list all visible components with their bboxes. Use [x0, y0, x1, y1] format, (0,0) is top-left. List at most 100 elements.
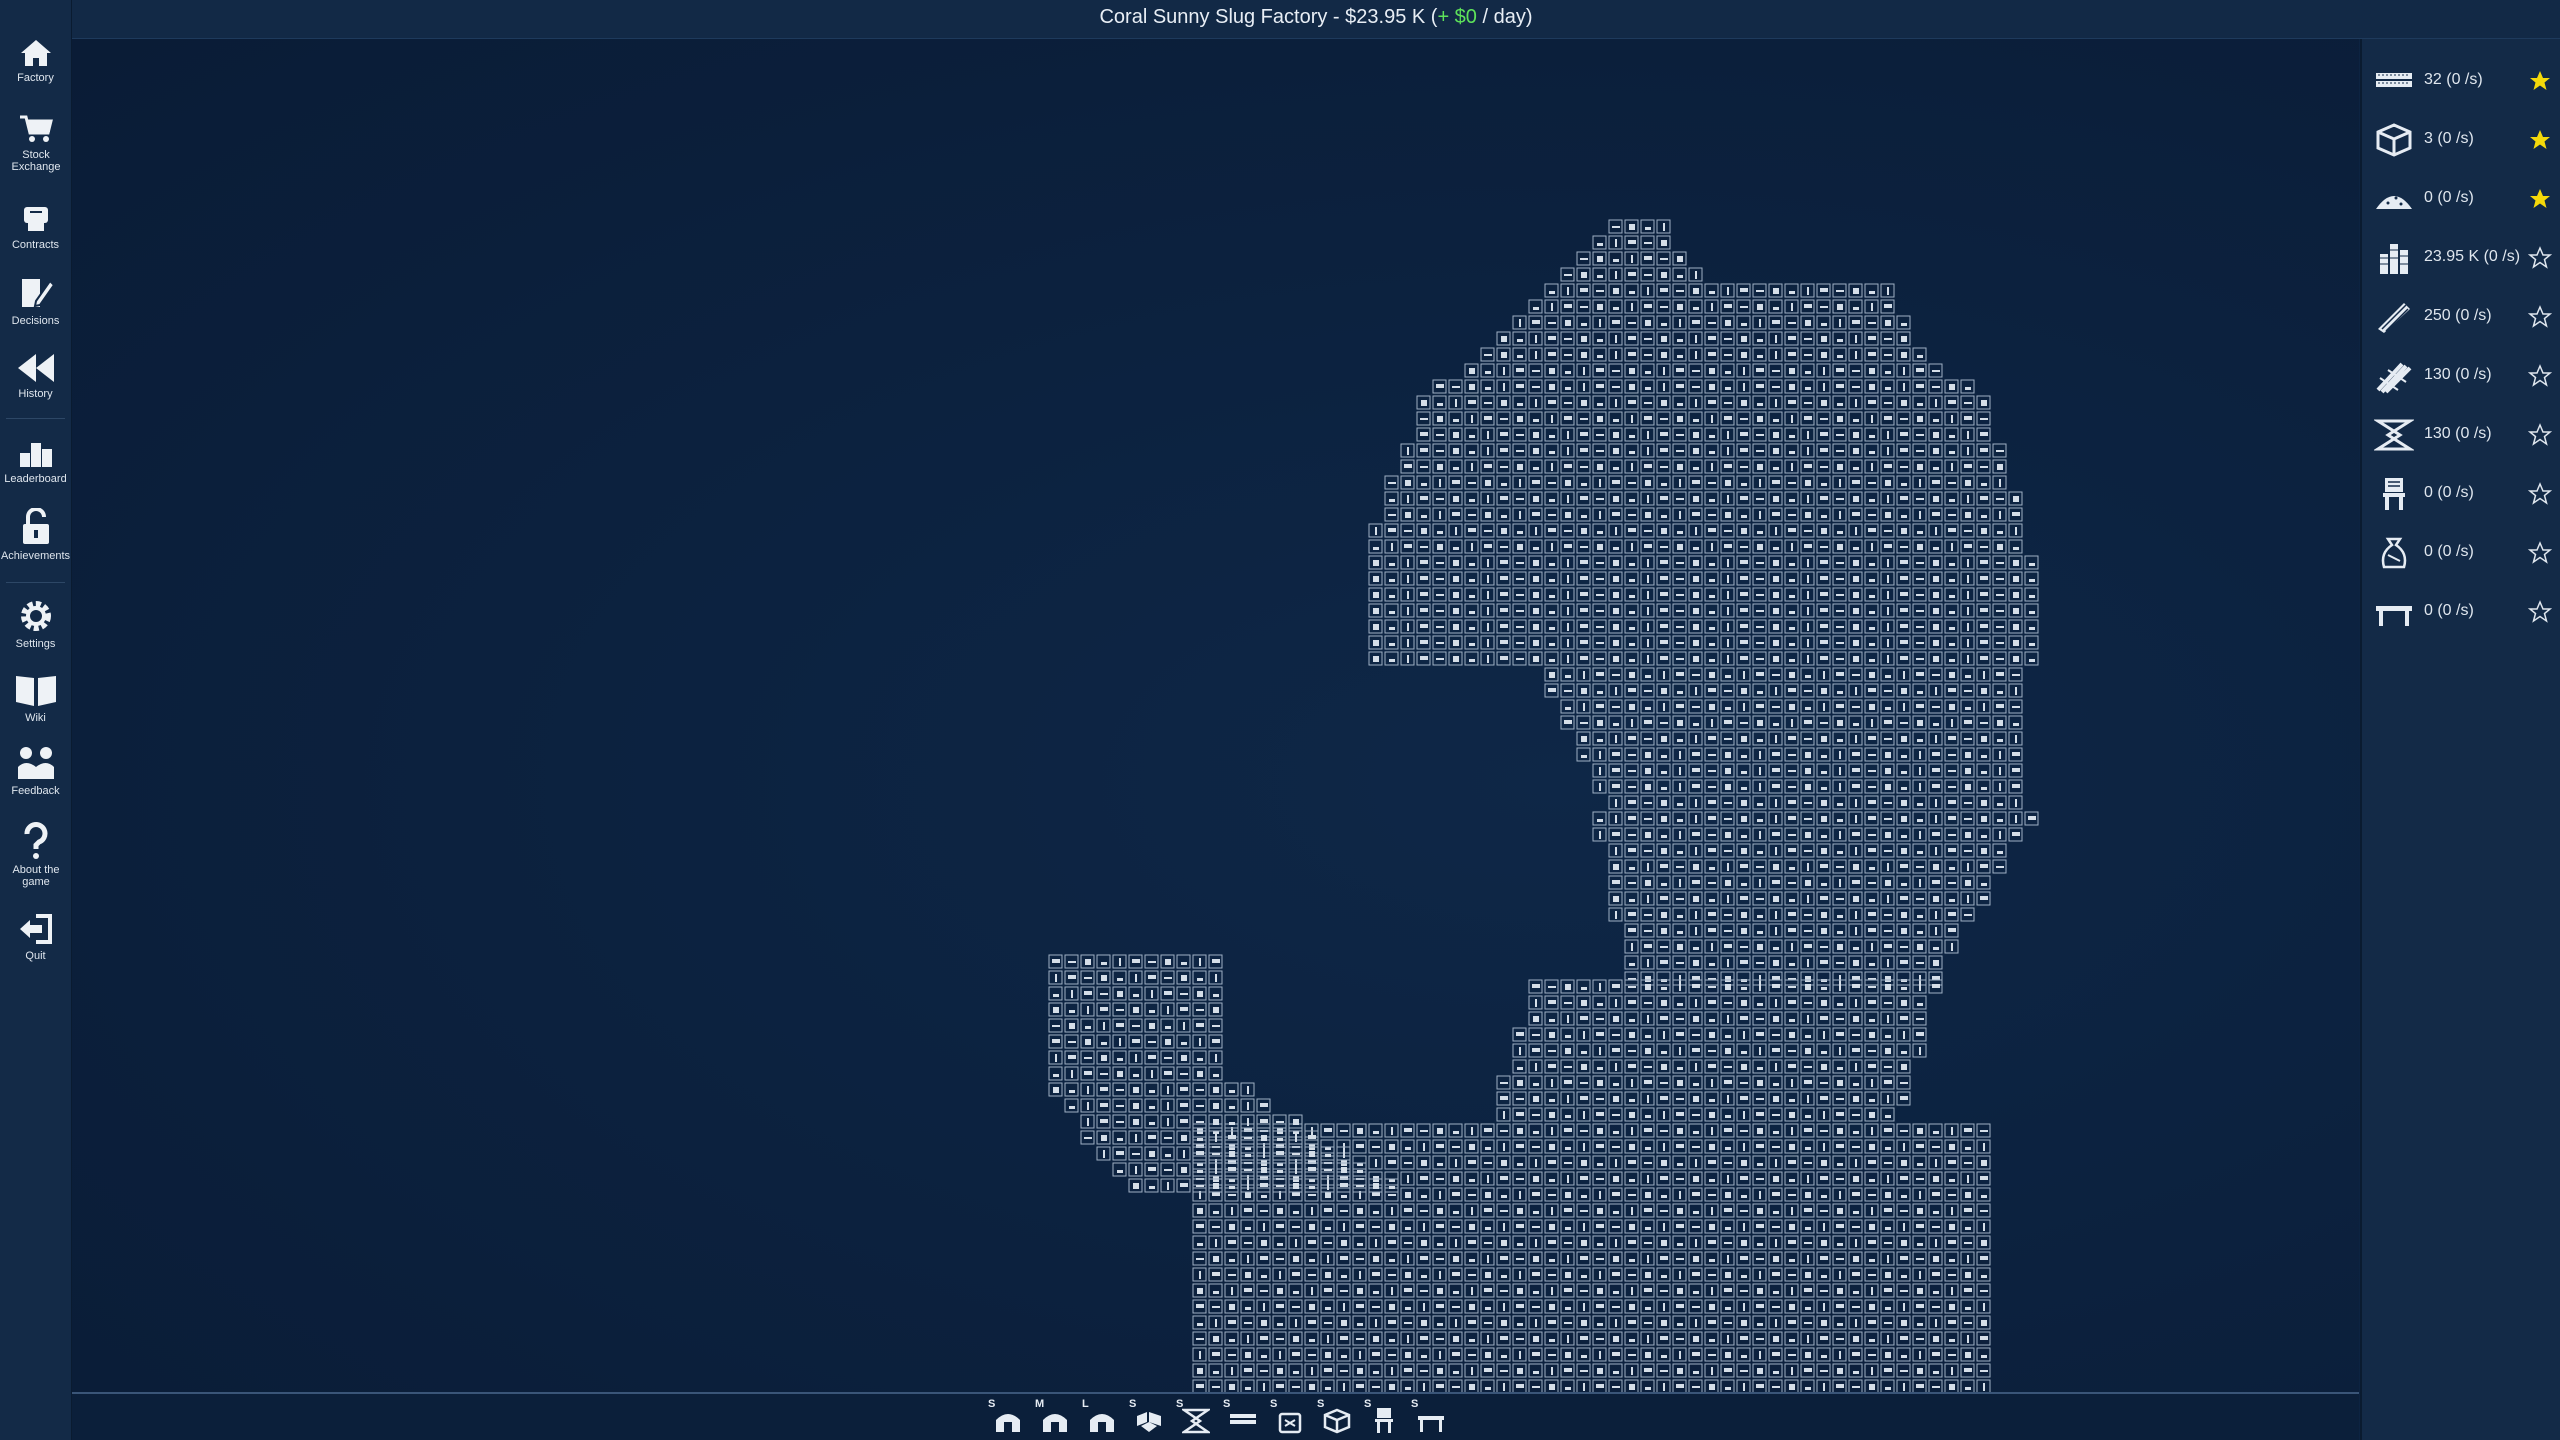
- factory-tile[interactable]: [1688, 1251, 1703, 1266]
- factory-tile[interactable]: [1816, 1059, 1831, 1074]
- factory-tile[interactable]: [1208, 1347, 1223, 1362]
- factory-tile[interactable]: [1544, 667, 1559, 682]
- factory-tile[interactable]: [1560, 1331, 1575, 1346]
- factory-tile[interactable]: [1288, 1251, 1303, 1266]
- factory-tile[interactable]: [1960, 715, 1975, 730]
- factory-tile[interactable]: [1192, 1267, 1207, 1282]
- factory-tile[interactable]: [1512, 1075, 1527, 1090]
- factory-tile[interactable]: [1944, 1315, 1959, 1330]
- factory-tile[interactable]: [1720, 315, 1735, 330]
- factory-tile[interactable]: [1400, 1363, 1415, 1378]
- factory-tile[interactable]: [1832, 283, 1847, 298]
- factory-tile[interactable]: [1704, 923, 1719, 938]
- factory-tile[interactable]: [1896, 379, 1911, 394]
- factory-tile[interactable]: [1400, 1331, 1415, 1346]
- factory-tile[interactable]: [1224, 1219, 1239, 1234]
- factory-tile[interactable]: [1528, 411, 1543, 426]
- factory-tile[interactable]: [1304, 1267, 1319, 1282]
- factory-tile[interactable]: [1576, 459, 1591, 474]
- factory-tile[interactable]: [1560, 1011, 1575, 1026]
- factory-tile[interactable]: [1848, 651, 1863, 666]
- factory-tile[interactable]: [1768, 995, 1783, 1010]
- factory-tile[interactable]: [1704, 443, 1719, 458]
- factory-tile[interactable]: [1704, 619, 1719, 634]
- factory-tile[interactable]: [1944, 555, 1959, 570]
- factory-tile[interactable]: [1704, 507, 1719, 522]
- factory-tile[interactable]: [1640, 443, 1655, 458]
- factory-tile[interactable]: [1640, 715, 1655, 730]
- factory-tile[interactable]: [1528, 651, 1543, 666]
- factory-tile[interactable]: [1992, 811, 2007, 826]
- factory-tile[interactable]: [1832, 1267, 1847, 1282]
- factory-tile[interactable]: [1896, 1091, 1911, 1106]
- factory-tile[interactable]: [1880, 379, 1895, 394]
- factory-tile[interactable]: [1864, 939, 1879, 954]
- factory-tile[interactable]: [1192, 1379, 1207, 1392]
- factory-tile[interactable]: [1496, 331, 1511, 346]
- factory-tile[interactable]: [1944, 907, 1959, 922]
- factory-tile[interactable]: [2008, 683, 2023, 698]
- factory-tile[interactable]: [1784, 1299, 1799, 1314]
- factory-tile[interactable]: [1528, 1091, 1543, 1106]
- factory-tile[interactable]: [1688, 635, 1703, 650]
- factory-tile[interactable]: [1768, 1075, 1783, 1090]
- factory-tile[interactable]: [1688, 587, 1703, 602]
- factory-tile[interactable]: [1864, 1251, 1879, 1266]
- factory-tile[interactable]: [1736, 619, 1751, 634]
- factory-tile[interactable]: [1208, 1082, 1223, 1097]
- factory-tile[interactable]: [1720, 475, 1735, 490]
- factory-tile[interactable]: [1080, 1114, 1095, 1129]
- factory-tile[interactable]: [1144, 970, 1159, 985]
- factory-tile[interactable]: [1544, 1027, 1559, 1042]
- factory-tile[interactable]: [1320, 1331, 1335, 1346]
- factory-tile[interactable]: [1544, 635, 1559, 650]
- factory-tile[interactable]: [1784, 379, 1799, 394]
- factory-tile[interactable]: [1864, 1299, 1879, 1314]
- factory-tile[interactable]: [1352, 1315, 1367, 1330]
- factory-tile[interactable]: [1672, 331, 1687, 346]
- factory-tile[interactable]: [1384, 1219, 1399, 1234]
- star-outline-icon[interactable]: [2528, 600, 2552, 624]
- factory-tile[interactable]: [1880, 715, 1895, 730]
- factory-tile[interactable]: [1480, 507, 1495, 522]
- factory-tile[interactable]: [1608, 507, 1623, 522]
- factory-tile[interactable]: [1864, 779, 1879, 794]
- factory-tile[interactable]: [1944, 747, 1959, 762]
- factory-tile[interactable]: [1848, 347, 1863, 362]
- factory-tile[interactable]: [1608, 731, 1623, 746]
- factory-tile[interactable]: [1912, 1299, 1927, 1314]
- factory-tile[interactable]: [1784, 347, 1799, 362]
- factory-tile[interactable]: [1560, 619, 1575, 634]
- factory-tile[interactable]: [1864, 1203, 1879, 1218]
- factory-tile[interactable]: [1080, 1050, 1095, 1065]
- sidebar-item-factory[interactable]: Factory: [0, 38, 71, 84]
- factory-tile[interactable]: [1640, 1075, 1655, 1090]
- factory-tile[interactable]: [1976, 699, 1991, 714]
- factory-tile[interactable]: [1848, 635, 1863, 650]
- factory-tile[interactable]: [1880, 1187, 1895, 1202]
- factory-tile[interactable]: [1480, 635, 1495, 650]
- factory-tile[interactable]: [1864, 979, 1879, 994]
- factory-tile[interactable]: [1672, 939, 1687, 954]
- factory-tile[interactable]: [1576, 395, 1591, 410]
- factory-tile[interactable]: [1592, 1059, 1607, 1074]
- factory-tile[interactable]: [1640, 763, 1655, 778]
- factory-tile[interactable]: [1672, 875, 1687, 890]
- factory-tile[interactable]: [1624, 1363, 1639, 1378]
- factory-tile[interactable]: [1816, 1011, 1831, 1026]
- factory-tile[interactable]: [1096, 1114, 1111, 1129]
- factory-tile[interactable]: [1400, 1283, 1415, 1298]
- factory-tile[interactable]: [2008, 827, 2023, 842]
- factory-tile[interactable]: [1640, 395, 1655, 410]
- factory-tile[interactable]: [1816, 395, 1831, 410]
- factory-tile[interactable]: [1800, 971, 1815, 986]
- factory-tile[interactable]: [1656, 603, 1671, 618]
- factory-tile[interactable]: [1800, 395, 1815, 410]
- factory-tile[interactable]: [1880, 475, 1895, 490]
- factory-tile[interactable]: [1800, 1299, 1815, 1314]
- factory-tile[interactable]: [1928, 507, 1943, 522]
- factory-tile[interactable]: [1880, 443, 1895, 458]
- factory-tile[interactable]: [1832, 731, 1847, 746]
- factory-tile[interactable]: [1976, 1123, 1991, 1138]
- factory-tile[interactable]: [1592, 1235, 1607, 1250]
